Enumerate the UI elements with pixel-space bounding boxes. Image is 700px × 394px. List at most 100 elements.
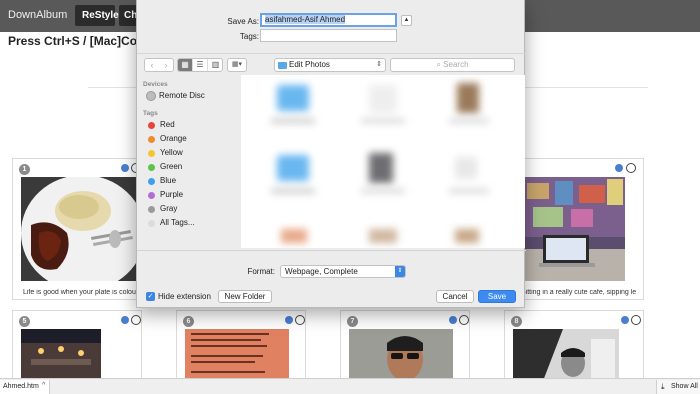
refresh-icon[interactable]: [295, 315, 305, 325]
file-icon[interactable]: [281, 229, 307, 243]
photo-card: Sitting in a really cute cafe, sipping l…: [514, 158, 644, 300]
folder-icon: [278, 62, 287, 69]
card-number: 1: [19, 164, 30, 175]
format-select[interactable]: Webpage, Complete ⇕: [280, 265, 406, 278]
sidebar-tag-gray[interactable]: Gray: [147, 203, 177, 215]
folder-icon[interactable]: [277, 155, 309, 181]
tag-dot-icon: [148, 122, 155, 129]
photo-card: 1 Life is good when your plate is colour: [12, 158, 142, 300]
info-icon[interactable]: [121, 164, 129, 172]
hide-extension-label: Hide extension: [158, 292, 211, 301]
photo-cafe[interactable]: [521, 177, 625, 281]
refresh-icon[interactable]: [631, 315, 641, 325]
tags-input[interactable]: [260, 29, 397, 42]
info-icon[interactable]: [621, 316, 629, 324]
updown-caret-icon: ⇕: [395, 266, 405, 277]
restyle-button[interactable]: ReStyle: [75, 5, 119, 26]
file-icon[interactable]: [455, 229, 479, 243]
refresh-icon[interactable]: [459, 315, 469, 325]
disc-icon: [146, 91, 156, 101]
info-icon[interactable]: [449, 316, 457, 324]
hide-extension-checkbox[interactable]: ✓: [146, 292, 155, 301]
sidebar-tag-blue[interactable]: Blue: [147, 175, 176, 187]
photo-card: 8: [504, 310, 644, 381]
photo-caption: Life is good when your plate is colour: [23, 289, 139, 296]
dialog-toolbar: ‹ › ▦ ☰ ▥ ▦▾ Edit Photos ⇕ ⌕ Search: [137, 53, 526, 75]
tag-dot-icon: [148, 192, 155, 199]
photo-card: 5: [12, 310, 142, 381]
sidebar-item-label: Blue: [160, 176, 177, 185]
sidebar-item-label: Red: [160, 120, 175, 129]
photo-group[interactable]: [513, 329, 619, 381]
tag-dot-icon: [148, 206, 155, 213]
file-icon[interactable]: [455, 157, 477, 179]
card-number: 7: [347, 316, 358, 327]
file-icon[interactable]: [369, 153, 393, 183]
new-folder-button[interactable]: New Folder: [218, 290, 272, 303]
search-placeholder: Search: [443, 60, 469, 69]
dialog-footer: Format: Webpage, Complete ⇕ ✓ Hide exten…: [137, 250, 526, 307]
photo-portrait[interactable]: [349, 329, 453, 381]
back-icon[interactable]: ‹: [145, 59, 159, 71]
tag-dot-icon: [148, 136, 155, 143]
sidebar-tag-purple[interactable]: Purple: [147, 189, 183, 201]
sidebar-all-tags[interactable]: All Tags...: [147, 217, 195, 229]
photo-card: 7: [340, 310, 470, 381]
format-label: Format:: [247, 267, 275, 276]
download-file-name: Ahmed.htm: [3, 383, 39, 390]
photo-caption: Sitting in a really cute cafe, sipping l…: [521, 289, 637, 296]
file-label: [361, 189, 405, 193]
brand-title: DownAlbum: [8, 9, 68, 21]
save-button[interactable]: Save: [478, 290, 516, 303]
forward-icon[interactable]: ›: [159, 59, 173, 71]
format-value: Webpage, Complete: [285, 267, 358, 276]
refresh-icon[interactable]: [131, 315, 141, 325]
sidebar-tag-green[interactable]: Green: [147, 161, 182, 173]
save-as-label: Save As:: [227, 17, 259, 26]
info-icon[interactable]: [121, 316, 129, 324]
list-view-icon[interactable]: ☰: [193, 59, 208, 71]
expand-dialog-button[interactable]: ▲: [401, 15, 412, 26]
location-popup[interactable]: Edit Photos ⇕: [274, 58, 386, 72]
photo-street[interactable]: [21, 329, 101, 381]
show-all-button[interactable]: ⤓ Show All: [656, 380, 700, 394]
refresh-icon[interactable]: [626, 163, 636, 173]
sidebar-tag-orange[interactable]: Orange: [147, 133, 187, 145]
download-icon: ⤓: [661, 382, 665, 391]
sidebar-tag-red[interactable]: Red: [147, 119, 175, 131]
arrange-button[interactable]: ▦▾: [227, 58, 247, 72]
card-number: 5: [19, 316, 30, 327]
file-label: [449, 119, 489, 123]
image-file-icon[interactable]: [457, 83, 479, 113]
sidebar-item-label: Orange: [160, 134, 187, 143]
save-as-input[interactable]: asifahmed-Asif Ahmed: [260, 13, 397, 27]
chevron-up-icon[interactable]: ^: [42, 382, 45, 389]
column-view-icon[interactable]: ▥: [208, 59, 222, 71]
view-mode-control: ▦ ☰ ▥: [177, 58, 223, 72]
devices-header: Devices: [143, 81, 168, 88]
file-icon[interactable]: [369, 229, 397, 243]
tags-label: Tags:: [239, 32, 259, 41]
sidebar-item-label: All Tags...: [160, 218, 195, 227]
info-icon[interactable]: [615, 164, 623, 172]
photo-card: 6: [176, 310, 306, 381]
sidebar-tag-yellow[interactable]: Yellow: [147, 147, 183, 159]
photo-note[interactable]: [185, 329, 289, 381]
sidebar-item-label: Yellow: [160, 148, 183, 157]
folder-icon[interactable]: [277, 85, 309, 111]
photo-food[interactable]: [21, 177, 139, 281]
file-icon[interactable]: [369, 85, 397, 113]
sidebar-item-label: Gray: [160, 204, 178, 213]
tags-header: Tags: [143, 110, 158, 117]
cancel-button[interactable]: Cancel: [436, 290, 474, 303]
file-browser[interactable]: [241, 75, 525, 248]
sidebar-item-remote-disc[interactable]: Remote Disc: [146, 90, 205, 102]
sidebar-item-label: Remote Disc: [159, 91, 205, 100]
download-shelf: Ahmed.htm ^ ⤓ Show All: [0, 378, 700, 394]
file-label: [271, 189, 315, 193]
tag-dot-icon: [148, 220, 155, 227]
icon-view-icon[interactable]: ▦: [178, 59, 193, 71]
save-hint: Press Ctrl+S / [Mac]Command: [8, 34, 138, 48]
search-field[interactable]: ⌕ Search: [390, 58, 515, 72]
info-icon[interactable]: [285, 316, 293, 324]
